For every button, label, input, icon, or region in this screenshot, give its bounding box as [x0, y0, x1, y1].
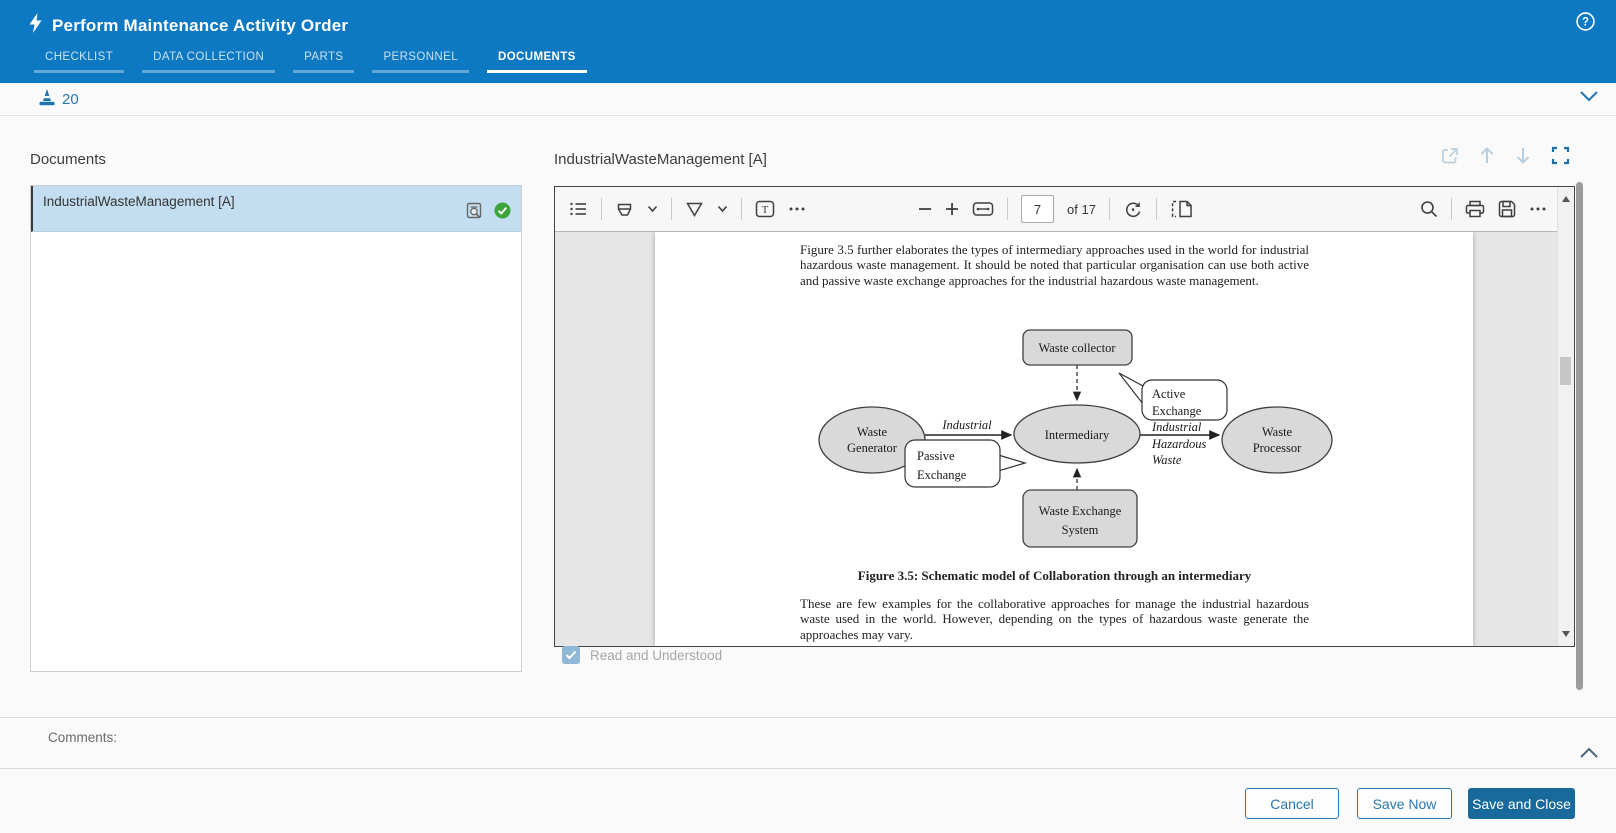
- comments-section: Comments:: [0, 717, 1616, 768]
- comments-label: Comments:: [48, 730, 117, 745]
- tab-checklist[interactable]: CHECKLIST: [34, 51, 124, 73]
- diagram-label-passive-2: Exchange: [917, 468, 967, 482]
- previous-document-arrow-icon[interactable]: [1479, 146, 1495, 170]
- viewer-actions: [1441, 146, 1570, 170]
- page-title: Perform Maintenance Activity Order: [52, 16, 348, 36]
- toolbar-separator: [671, 198, 672, 220]
- diagram-label-waste-processor-1: Waste: [1262, 425, 1293, 439]
- tab-parts[interactable]: PARTS: [293, 51, 354, 73]
- toolbar-separator: [1109, 198, 1110, 220]
- scroll-down-arrow-icon[interactable]: [1562, 631, 1570, 637]
- document-preview-icon[interactable]: [466, 202, 484, 224]
- order-badge: 20: [38, 88, 79, 111]
- pdf-paragraph: These are few examples for the collabora…: [800, 596, 1309, 642]
- figure-caption: Figure 3.5: Schematic model of Collabora…: [800, 568, 1309, 584]
- chevron-up-icon[interactable]: [1579, 746, 1599, 764]
- document-name: IndustrialWasteManagement [A]: [43, 194, 235, 209]
- order-count: 20: [62, 91, 79, 108]
- print-icon[interactable]: [1465, 200, 1485, 218]
- verified-check-icon: [494, 202, 511, 224]
- search-icon[interactable]: [1420, 200, 1438, 218]
- page-count-label: of 17: [1067, 202, 1096, 217]
- tab-bar: CHECKLIST DATA COLLECTION PARTS PERSONNE…: [34, 51, 587, 73]
- diagram-label-waste-generator-1: Waste: [857, 425, 888, 439]
- zoom-out-icon[interactable]: [918, 207, 932, 211]
- more-options-icon[interactable]: [1529, 206, 1547, 212]
- highlight-tool-icon[interactable]: [615, 200, 634, 218]
- diagram-label-waste-processor-2: Processor: [1253, 441, 1302, 455]
- diagram-label-passive-1: Passive: [917, 449, 955, 463]
- save-and-close-button[interactable]: Save and Close: [1468, 788, 1575, 819]
- documents-list: IndustrialWasteManagement [A]: [30, 185, 522, 672]
- pdf-toolbar: T: [555, 187, 1557, 232]
- diagram-label-waste-collector: Waste collector: [1038, 341, 1116, 355]
- diagram-label-intermediary: Intermediary: [1045, 428, 1110, 442]
- save-now-button[interactable]: Save Now: [1357, 788, 1452, 819]
- download-save-icon[interactable]: [1498, 200, 1516, 218]
- footer-action-bar: Cancel Save Now Save and Close: [0, 768, 1616, 833]
- read-and-understood-checkbox[interactable]: [562, 646, 580, 664]
- more-annotation-tools-icon[interactable]: [788, 206, 806, 212]
- fullscreen-icon[interactable]: [1551, 146, 1570, 170]
- cone-icon: [38, 88, 56, 111]
- order-summary-bar: 20: [0, 83, 1616, 116]
- fit-to-width-icon[interactable]: [972, 201, 994, 217]
- app-header: Perform Maintenance Activity Order ? CHE…: [0, 0, 1616, 83]
- read-and-understood-row: Read and Understood: [562, 646, 722, 664]
- zoom-in-icon[interactable]: [945, 202, 959, 216]
- shape-tool-icon[interactable]: [685, 200, 704, 218]
- tab-documents[interactable]: DOCUMENTS: [487, 51, 587, 73]
- diagram-label-waste-generator-2: Generator: [847, 441, 898, 455]
- diagram-flow2-label-1: Industrial: [1151, 420, 1202, 434]
- svg-text:T: T: [762, 204, 769, 216]
- organize-pages-icon[interactable]: [1170, 200, 1194, 218]
- help-icon[interactable]: ?: [1576, 12, 1595, 31]
- documents-panel-title: Documents: [30, 151, 106, 168]
- chevron-down-icon[interactable]: [1579, 89, 1599, 107]
- toolbar-separator: [1451, 198, 1452, 220]
- toolbar-separator: [1156, 198, 1157, 220]
- read-and-understood-label: Read and Understood: [590, 648, 722, 663]
- diagram-label-waste-exchange-2: System: [1062, 523, 1099, 537]
- diagram-label-active-1: Active: [1152, 387, 1186, 401]
- rotate-page-icon[interactable]: [1123, 199, 1143, 219]
- text-tool-icon[interactable]: T: [755, 200, 775, 218]
- pdf-body: Figure 3.5 further elaborates the types …: [555, 232, 1557, 646]
- toolbar-separator: [601, 198, 602, 220]
- diagram-flow1-label: Industrial: [941, 418, 992, 432]
- document-list-item[interactable]: IndustrialWasteManagement [A]: [31, 186, 521, 232]
- pdf-scrollbar[interactable]: [1557, 187, 1574, 646]
- toolbar-separator: [1007, 198, 1008, 220]
- cancel-button[interactable]: Cancel: [1245, 788, 1339, 819]
- tab-personnel[interactable]: PERSONNEL: [372, 51, 469, 73]
- open-external-icon[interactable]: [1441, 147, 1459, 170]
- next-document-arrow-icon[interactable]: [1515, 146, 1531, 170]
- app-window: Perform Maintenance Activity Order ? CHE…: [0, 0, 1616, 833]
- shape-tool-dropdown-chevron-icon[interactable]: [717, 205, 728, 213]
- diagram-label-active-2: Exchange: [1152, 404, 1202, 418]
- highlight-tool-dropdown-chevron-icon[interactable]: [647, 205, 658, 213]
- bookmark-list-icon[interactable]: [569, 200, 588, 218]
- diagram-label-waste-exchange-1: Waste Exchange: [1039, 504, 1122, 518]
- diagram-flow2-label-2: Hazardous: [1151, 437, 1207, 451]
- pdf-viewer: T: [554, 186, 1575, 647]
- pdf-page: Figure 3.5 further elaborates the types …: [655, 232, 1473, 646]
- tab-data-collection[interactable]: DATA COLLECTION: [142, 51, 275, 73]
- panel-scrollbar-thumb[interactable]: [1576, 182, 1583, 690]
- pdf-scrollbar-thumb[interactable]: [1560, 357, 1571, 385]
- svg-text:?: ?: [1582, 17, 1589, 29]
- scroll-up-arrow-icon[interactable]: [1562, 196, 1570, 202]
- viewer-document-title: IndustrialWasteManagement [A]: [554, 151, 767, 168]
- page-number-input[interactable]: [1021, 195, 1054, 223]
- diagram-flow2-label-3: Waste: [1152, 453, 1182, 467]
- lightning-icon: [28, 13, 43, 38]
- toolbar-separator: [741, 198, 742, 220]
